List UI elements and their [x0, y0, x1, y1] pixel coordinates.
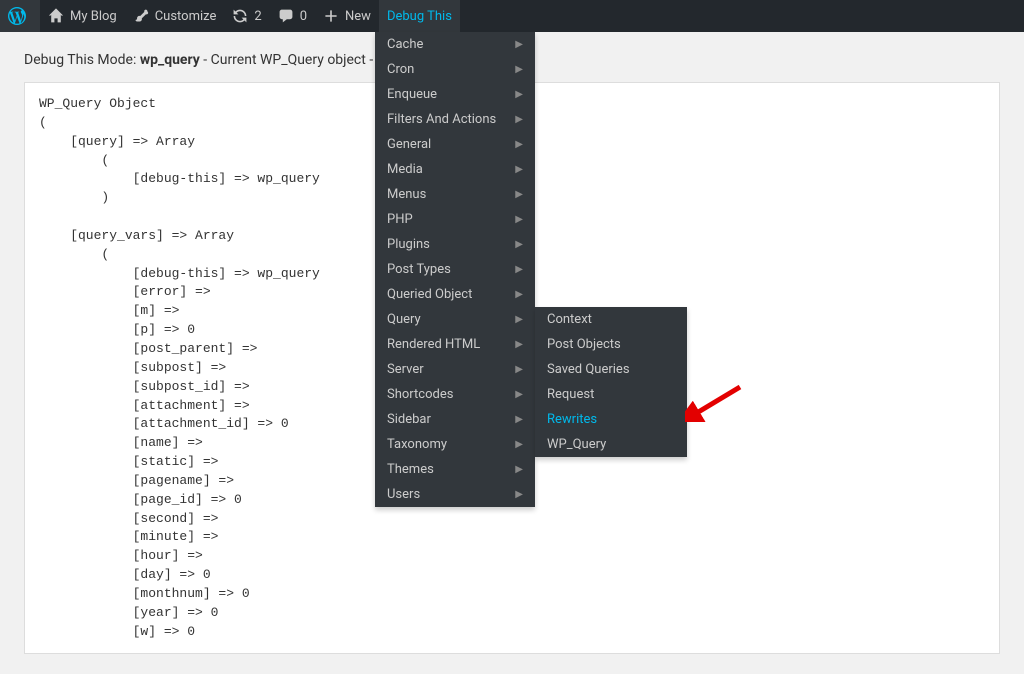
updates-link[interactable]: 2 — [224, 0, 269, 32]
chevron-right-icon: ▶ — [515, 89, 523, 100]
menu-item-plugins[interactable]: Plugins▶ — [375, 232, 535, 257]
menu-item-filters-actions[interactable]: Filters And Actions▶ — [375, 107, 535, 132]
debug-this-label: Debug This — [387, 9, 452, 24]
new-label: New — [345, 9, 371, 24]
submenu-rewrites[interactable]: Rewrites — [535, 407, 687, 432]
mode-suffix: - Current WP_Query object - g — [200, 52, 385, 68]
chevron-right-icon: ▶ — [515, 364, 523, 375]
menu-item-server[interactable]: Server▶ — [375, 357, 535, 382]
chevron-right-icon: ▶ — [515, 489, 523, 500]
chevron-right-icon: ▶ — [515, 414, 523, 425]
debug-this-dropdown: Cache▶ Cron▶ Enqueue▶ Filters And Action… — [375, 32, 535, 507]
submenu-saved-queries[interactable]: Saved Queries — [535, 357, 687, 382]
menu-item-shortcodes[interactable]: Shortcodes▶ — [375, 382, 535, 407]
customize-link[interactable]: Customize — [125, 0, 225, 32]
debug-this-menu[interactable]: Debug This — [379, 0, 460, 32]
menu-item-rendered-html[interactable]: Rendered HTML▶ — [375, 332, 535, 357]
plus-icon — [323, 8, 339, 24]
wordpress-icon — [8, 7, 26, 25]
chevron-right-icon: ▶ — [515, 289, 523, 300]
chevron-right-icon: ▶ — [515, 39, 523, 50]
update-icon — [232, 8, 248, 24]
menu-item-menus[interactable]: Menus▶ — [375, 182, 535, 207]
menu-item-cron[interactable]: Cron▶ — [375, 57, 535, 82]
chevron-right-icon: ▶ — [515, 314, 523, 325]
chevron-right-icon: ▶ — [515, 439, 523, 450]
site-name-label: My Blog — [70, 9, 117, 24]
chevron-right-icon: ▶ — [515, 114, 523, 125]
comments-count: 0 — [300, 9, 307, 24]
submenu-post-objects[interactable]: Post Objects — [535, 332, 687, 357]
menu-item-taxonomy[interactable]: Taxonomy▶ — [375, 432, 535, 457]
menu-item-queried-object[interactable]: Queried Object▶ — [375, 282, 535, 307]
menu-item-media[interactable]: Media▶ — [375, 157, 535, 182]
submenu-request[interactable]: Request — [535, 382, 687, 407]
chevron-right-icon: ▶ — [515, 389, 523, 400]
chevron-right-icon: ▶ — [515, 239, 523, 250]
chevron-right-icon: ▶ — [515, 139, 523, 150]
wp-logo[interactable] — [0, 0, 40, 32]
menu-item-sidebar[interactable]: Sidebar▶ — [375, 407, 535, 432]
menu-item-themes[interactable]: Themes▶ — [375, 457, 535, 482]
query-submenu: Context Post Objects Saved Queries Reque… — [535, 307, 687, 457]
brush-icon — [133, 8, 149, 24]
comment-icon — [278, 8, 294, 24]
menu-item-php[interactable]: PHP▶ — [375, 207, 535, 232]
submenu-wp-query[interactable]: WP_Query — [535, 432, 687, 457]
chevron-right-icon: ▶ — [515, 214, 523, 225]
menu-item-general[interactable]: General▶ — [375, 132, 535, 157]
new-content[interactable]: New — [315, 0, 379, 32]
site-name[interactable]: My Blog — [40, 0, 125, 32]
chevron-right-icon: ▶ — [515, 464, 523, 475]
customize-label: Customize — [155, 9, 217, 24]
chevron-right-icon: ▶ — [515, 189, 523, 200]
chevron-right-icon: ▶ — [515, 64, 523, 75]
chevron-right-icon: ▶ — [515, 164, 523, 175]
menu-item-enqueue[interactable]: Enqueue▶ — [375, 82, 535, 107]
menu-item-cache[interactable]: Cache▶ — [375, 32, 535, 57]
mode-name: wp_query — [140, 52, 200, 68]
menu-item-users[interactable]: Users▶ — [375, 482, 535, 507]
mode-prefix: Debug This Mode: — [24, 52, 140, 68]
chevron-right-icon: ▶ — [515, 339, 523, 350]
comments-link[interactable]: 0 — [270, 0, 315, 32]
home-icon — [48, 8, 64, 24]
updates-count: 2 — [254, 9, 261, 24]
menu-item-post-types[interactable]: Post Types▶ — [375, 257, 535, 282]
chevron-right-icon: ▶ — [515, 264, 523, 275]
submenu-context[interactable]: Context — [535, 307, 687, 332]
admin-bar: My Blog Customize 2 0 New Debug This — [0, 0, 1024, 32]
menu-item-query[interactable]: Query▶ — [375, 307, 535, 332]
